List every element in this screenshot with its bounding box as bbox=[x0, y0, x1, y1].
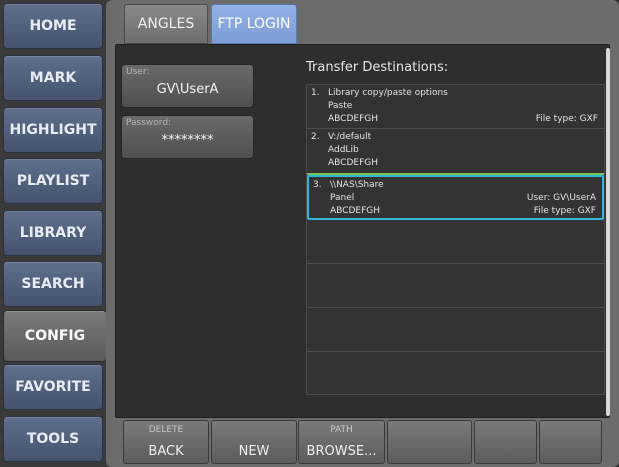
transfer-destinations-list: 1. Library copy/paste options Paste ABCD… bbox=[306, 84, 605, 395]
nav-highlight-button[interactable]: HIGHLIGHT bbox=[3, 107, 103, 153]
destination-group: ABCDEFGH bbox=[328, 114, 378, 124]
password-field[interactable]: Password: ******** bbox=[121, 115, 254, 159]
tab-angles[interactable]: ANGLES bbox=[124, 4, 208, 44]
destination-item[interactable]: 1. Library copy/paste options Paste ABCD… bbox=[307, 85, 604, 129]
tab-ftp-login[interactable]: FTP LOGIN bbox=[211, 4, 297, 44]
destination-name: AddLib bbox=[328, 145, 359, 155]
browse-button-label: BROWSE... bbox=[306, 444, 377, 459]
back-button[interactable]: DELETE BACK bbox=[123, 420, 209, 464]
destination-number: 2. bbox=[311, 132, 320, 142]
nav-home-button[interactable]: HOME bbox=[3, 3, 103, 49]
destination-name: Panel bbox=[330, 193, 355, 203]
nav-favorite-button[interactable]: FAVORITE bbox=[3, 364, 103, 410]
nav-tools-button[interactable]: TOOLS bbox=[3, 416, 103, 462]
nav-mark-button[interactable]: MARK bbox=[3, 55, 103, 101]
destination-name: Paste bbox=[328, 101, 353, 111]
nav-config-button[interactable]: CONFIG bbox=[3, 310, 107, 362]
destination-path: V:/default bbox=[328, 132, 372, 142]
blank-action-button[interactable] bbox=[387, 420, 472, 464]
new-button-label: NEW bbox=[238, 444, 270, 459]
nav-library-button[interactable]: LIBRARY bbox=[3, 210, 103, 256]
scrollbar[interactable] bbox=[606, 48, 610, 416]
user-field[interactable]: User: GV\UserA bbox=[121, 64, 254, 108]
empty-destination-slot[interactable] bbox=[307, 308, 604, 352]
back-button-label: BACK bbox=[148, 444, 184, 459]
nav-playlist-button[interactable]: PLAYLIST bbox=[3, 158, 103, 204]
destination-group: ABCDEFGH bbox=[328, 158, 378, 168]
destination-file-type: File type: GXF bbox=[533, 206, 596, 216]
back-button-secondary-label: DELETE bbox=[148, 425, 184, 435]
destination-item[interactable]: 2. V:/default AddLib ABCDEFGH bbox=[307, 129, 604, 175]
empty-destination-slot[interactable] bbox=[307, 220, 604, 264]
destination-item-selected[interactable]: 3. \\NAS\Share Panel ABCDEFGH User: GV\U… bbox=[307, 175, 604, 220]
empty-destination-slot[interactable] bbox=[307, 264, 604, 308]
user-label: User: bbox=[126, 67, 150, 77]
empty-destination-slot[interactable] bbox=[307, 352, 604, 395]
destination-number: 3. bbox=[313, 180, 322, 190]
user-value: GV\UserA bbox=[156, 82, 219, 97]
blank-action-button[interactable] bbox=[539, 420, 602, 464]
main-navigation: HOME MARK HIGHLIGHT PLAYLIST LIBRARY SEA… bbox=[0, 0, 108, 467]
transfer-destinations-title: Transfer Destinations: bbox=[306, 60, 449, 75]
password-label: Password: bbox=[126, 118, 172, 128]
destination-group: ABCDEFGH bbox=[330, 206, 380, 216]
destination-file-type: File type: GXF bbox=[535, 114, 598, 124]
browse-button-secondary-label: PATH bbox=[330, 425, 353, 435]
destination-path: \\NAS\Share bbox=[330, 180, 384, 190]
password-value: ******** bbox=[161, 133, 214, 148]
browse-button[interactable]: PATH BROWSE... bbox=[298, 420, 385, 464]
destination-user: User: GV\UserA bbox=[526, 193, 596, 203]
blank-action-button[interactable] bbox=[474, 420, 537, 464]
destination-number: 1. bbox=[311, 88, 320, 98]
destination-path: Library copy/paste options bbox=[328, 88, 448, 98]
nav-search-button[interactable]: SEARCH bbox=[3, 261, 103, 307]
new-button[interactable]: NEW bbox=[211, 420, 297, 464]
